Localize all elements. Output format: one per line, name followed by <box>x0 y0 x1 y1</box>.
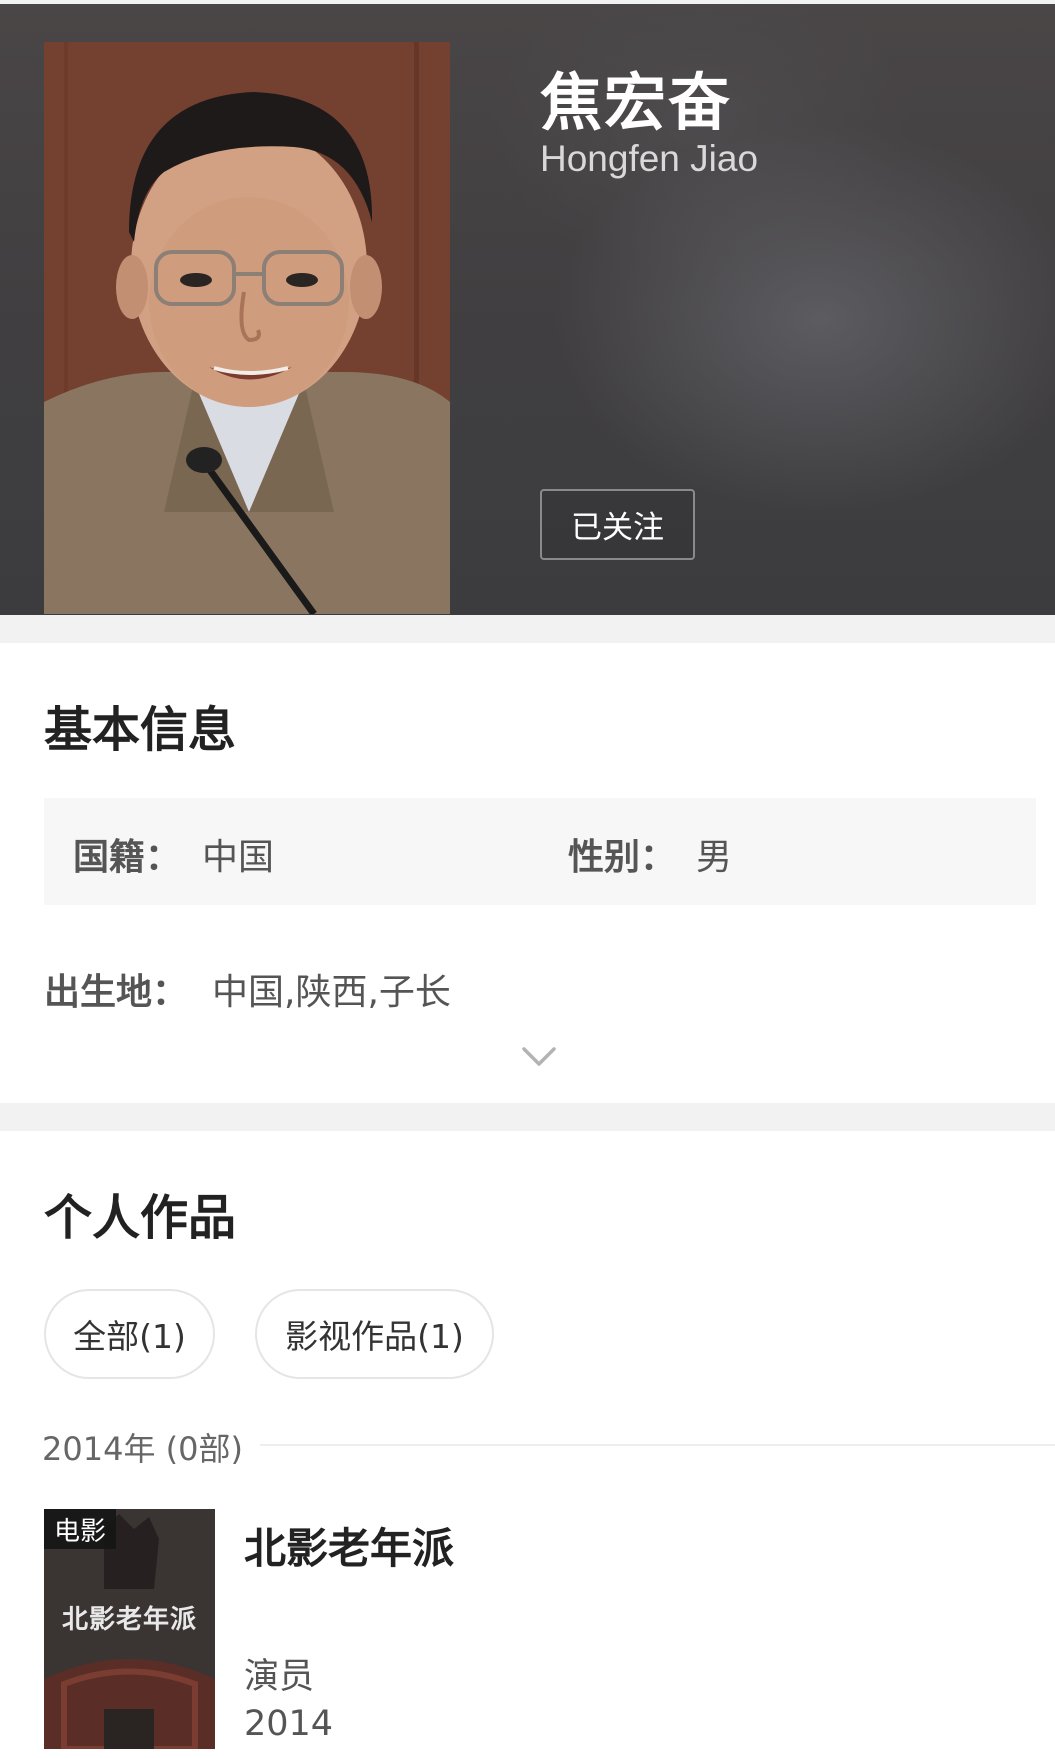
gender-value: 男 <box>696 837 733 878</box>
basic-info-title: 基本信息 <box>44 702 237 758</box>
chevron-down-icon[interactable] <box>522 1046 556 1068</box>
poster-title-text: 北影老年派 <box>61 1605 197 1635</box>
section-separator <box>0 615 1055 643</box>
profile-header: 焦宏奋 Hongfen Jiao 已关注 <box>0 0 1055 615</box>
work-poster[interactable]: 电影 北影老年派 <box>44 1509 215 1749</box>
tab-all-works[interactable]: 全部(1) <box>44 1289 215 1379</box>
tab-film-works[interactable]: 影视作品(1) <box>255 1289 494 1379</box>
nationality-value: 中国 <box>202 837 275 878</box>
profile-name-en: Hongfen Jiao <box>540 138 759 179</box>
works-title: 个人作品 <box>44 1190 237 1246</box>
nationality-label: 国籍： <box>73 837 182 878</box>
gender-label: 性别： <box>568 837 677 878</box>
work-year: 2014 <box>244 1704 334 1744</box>
top-divider <box>0 0 1055 4</box>
profile-photo <box>44 42 450 614</box>
birthplace-label: 出生地： <box>44 972 189 1013</box>
section-separator <box>0 1103 1055 1131</box>
work-role: 演员 <box>244 1657 315 1697</box>
work-title[interactable]: 北影老年派 <box>244 1515 454 1576</box>
profile-name-cn: 焦宏奋 <box>540 66 733 139</box>
media-type-badge: 电影 <box>44 1509 117 1549</box>
year-group-label: 2014年 (0部) <box>42 1430 243 1468</box>
birthplace-value: 中国,陕西,子长 <box>212 972 451 1013</box>
follow-button[interactable]: 已关注 <box>540 489 695 560</box>
info-row-box: 国籍： 中国 性别： 男 <box>44 798 1036 905</box>
year-divider <box>260 1444 1055 1446</box>
